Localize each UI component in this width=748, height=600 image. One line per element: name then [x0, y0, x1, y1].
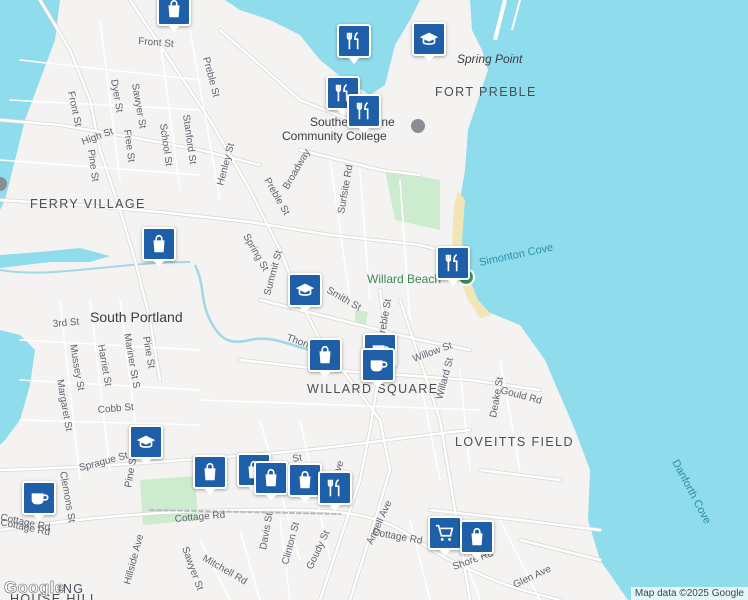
- poi-label: Spring Point: [457, 52, 523, 66]
- shopping-bag-icon: [265, 468, 277, 487]
- shopping-bag-icon: [299, 470, 311, 489]
- google-logo[interactable]: Google: [4, 578, 65, 598]
- shopping-bag-marker[interactable]: [460, 520, 494, 560]
- shopping-cart-icon: [435, 524, 454, 541]
- shopping-bag-marker[interactable]: [254, 461, 288, 501]
- map-canvas[interactable]: FERRY VILLAGE FORT PREBLE WILLARD SQUARE…: [0, 0, 748, 600]
- restaurant-icon: [356, 102, 369, 120]
- map-attribution[interactable]: Map data ©2025 Google: [630, 587, 748, 600]
- shopping-bag-icon: [153, 234, 165, 253]
- shopping-bag-icon: [471, 527, 483, 546]
- graduation-cap-icon: [295, 283, 315, 296]
- shopping-bag-marker[interactable]: [288, 463, 322, 503]
- poi-label: Willard Beach: [367, 272, 441, 286]
- shopping-bag-marker[interactable]: [193, 455, 227, 495]
- cafe-marker[interactable]: [361, 348, 395, 388]
- school-marker[interactable]: [412, 22, 446, 62]
- restaurant-icon: [445, 254, 458, 272]
- shopping-bag-marker[interactable]: [142, 227, 176, 267]
- shopping-bag-marker[interactable]: [308, 338, 342, 378]
- restaurant-marker[interactable]: [347, 94, 381, 134]
- restaurant-icon: [327, 479, 340, 497]
- grocery-marker[interactable]: [428, 516, 462, 556]
- street-label: 3rd St: [52, 317, 80, 330]
- coffee-cup-icon: [370, 360, 388, 372]
- school-marker[interactable]: [288, 273, 322, 313]
- restaurant-marker[interactable]: [337, 24, 371, 64]
- shopping-bag-icon: [168, 0, 180, 18]
- graduation-cap-icon: [419, 32, 439, 45]
- cafe-marker[interactable]: [22, 481, 56, 521]
- restaurant-marker[interactable]: [436, 246, 470, 286]
- area-label: FORT PREBLE: [435, 85, 537, 99]
- school-marker[interactable]: [129, 425, 163, 465]
- coffee-cup-icon: [31, 493, 49, 505]
- area-label: FERRY VILLAGE: [30, 197, 146, 211]
- shopping-bag-icon: [204, 462, 216, 481]
- restaurant-marker[interactable]: [318, 471, 352, 511]
- town-label: South Portland: [90, 309, 183, 325]
- shopping-bag-marker[interactable]: [157, 0, 191, 32]
- restaurant-icon: [346, 32, 359, 50]
- graduation-cap-icon: [136, 435, 156, 448]
- college-poi-icon[interactable]: [411, 119, 425, 133]
- shopping-bag-icon: [319, 345, 331, 364]
- poi-label: Community College: [282, 129, 387, 143]
- area-label: LOVEITTS FIELD: [455, 435, 574, 449]
